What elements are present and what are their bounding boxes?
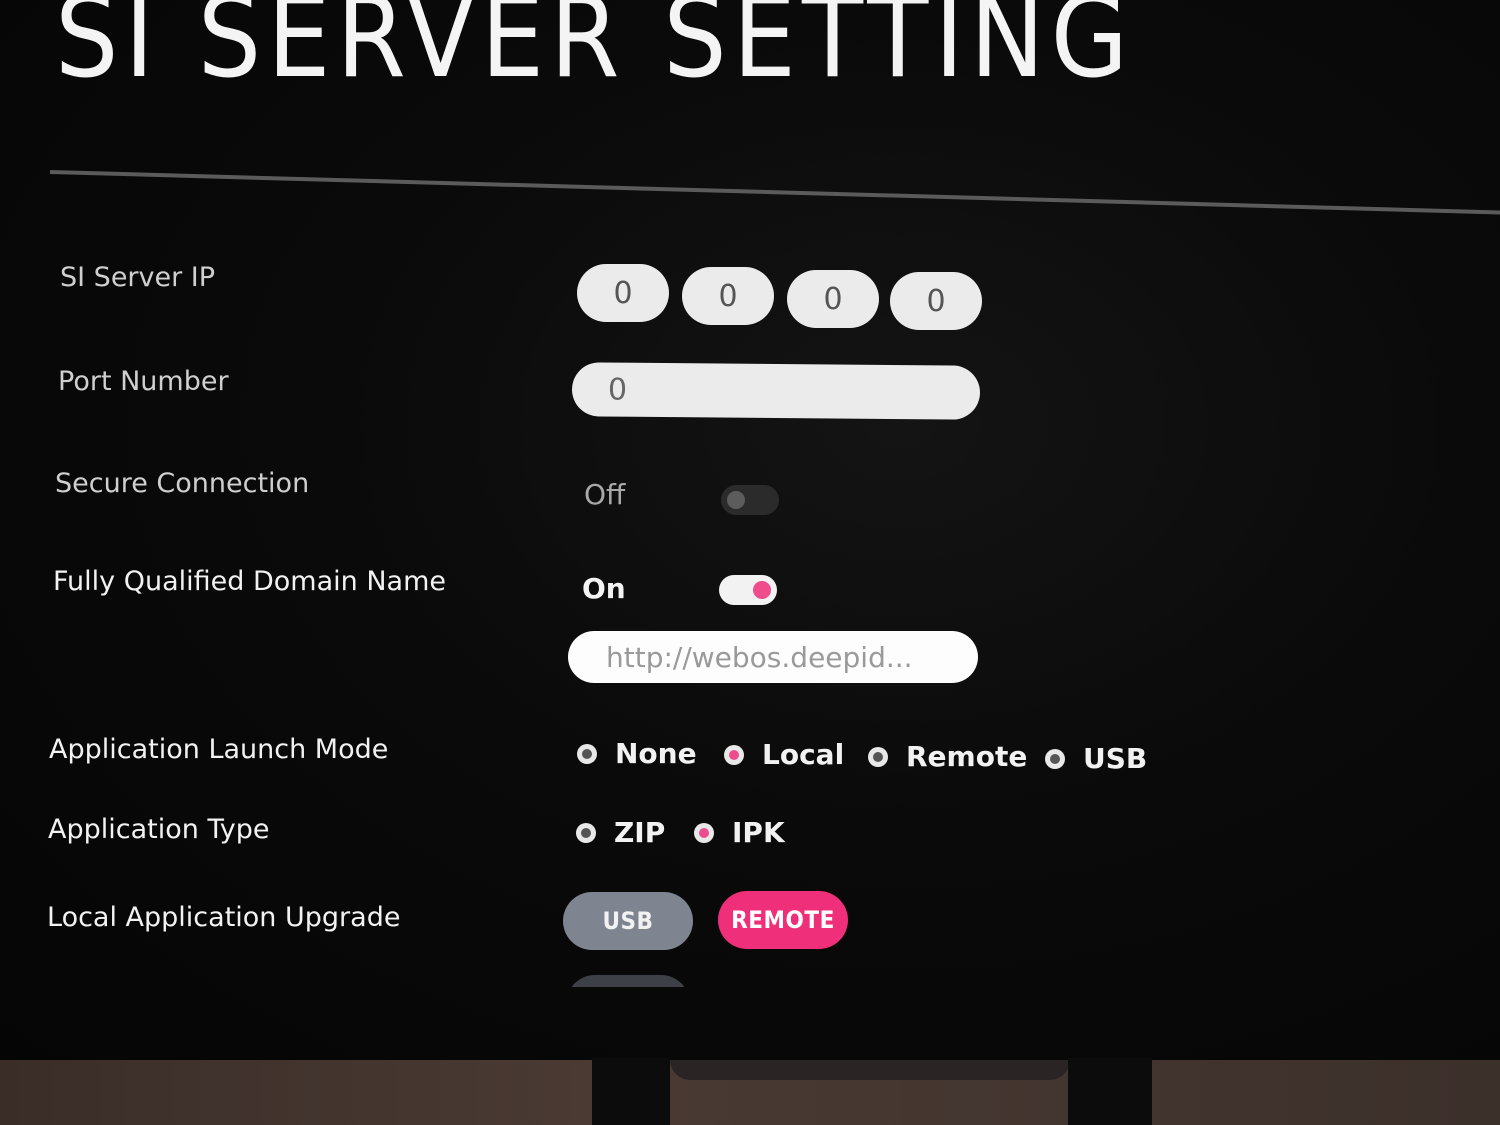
ip-octet-4-field[interactable]: 0: [890, 272, 982, 330]
radio-dot: [724, 744, 744, 765]
tv-bezel-base: [670, 1060, 1070, 1080]
title-divider: [49, 170, 1500, 216]
radio-label: IPK: [732, 816, 785, 849]
radio-dot: [577, 743, 597, 764]
secure-connection-state: Off: [584, 478, 626, 511]
radio-label: Remote: [906, 740, 1028, 773]
radio-dot: [694, 822, 714, 843]
port-number-label: Port Number: [58, 366, 229, 397]
radio-dot: [868, 746, 888, 767]
ip-octet-3-field[interactable]: 0: [787, 270, 879, 328]
launch-mode-none-radio[interactable]: None: [577, 737, 697, 770]
radio-label: ZIP: [614, 816, 666, 849]
toggle-knob: [753, 581, 771, 599]
secure-connection-toggle[interactable]: [721, 485, 779, 515]
ip-octet-2-field[interactable]: 0: [682, 267, 774, 325]
toggle-knob: [727, 491, 745, 509]
local-upgrade-label: Local Application Upgrade: [47, 902, 401, 933]
fqdn-label: Fully Qualified Domain Name: [53, 566, 446, 597]
ip-octet-1-field[interactable]: 0: [577, 264, 669, 322]
fqdn-toggle[interactable]: [719, 575, 777, 605]
launch-mode-label: Application Launch Mode: [49, 734, 389, 765]
app-type-ipk-radio[interactable]: IPK: [694, 816, 785, 849]
fqdn-state: On: [582, 572, 626, 605]
upgrade-remote-button[interactable]: REMOTE: [718, 891, 848, 949]
tv-stand-leg-right: [1068, 1058, 1152, 1125]
tv-screen: SI SERVER SETTING SI Server IP 0 0 0 0 P…: [0, 0, 1500, 1060]
launch-mode-usb-radio[interactable]: USB: [1045, 742, 1147, 775]
tv-stand-leg-left: [592, 1058, 670, 1125]
app-type-zip-radio[interactable]: ZIP: [576, 816, 665, 849]
launch-mode-local-radio[interactable]: Local: [724, 738, 844, 771]
secure-connection-label: Secure Connection: [55, 468, 310, 499]
radio-label: Local: [762, 738, 845, 771]
si-server-ip-label: SI Server IP: [60, 262, 216, 293]
radio-label: USB: [1083, 742, 1148, 775]
partially-visible-button[interactable]: [566, 975, 690, 987]
upgrade-usb-button[interactable]: USB: [563, 892, 693, 950]
page-title: SI SERVER SETTING: [55, 0, 1135, 104]
launch-mode-remote-radio[interactable]: Remote: [868, 740, 1027, 773]
port-number-field[interactable]: 0: [571, 362, 981, 420]
radio-dot: [1045, 748, 1065, 769]
radio-dot: [576, 822, 596, 843]
app-type-label: Application Type: [48, 814, 270, 845]
radio-label: None: [615, 737, 697, 770]
fqdn-url-field[interactable]: http://webos.deepid...: [568, 631, 978, 683]
